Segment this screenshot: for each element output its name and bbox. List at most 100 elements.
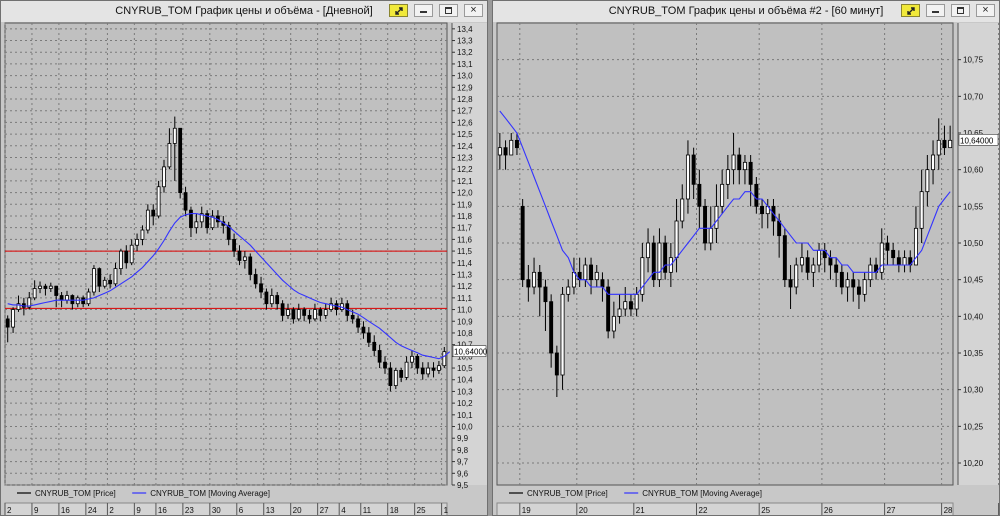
y-tick-label: 11,7 <box>457 224 473 233</box>
candle-body <box>404 361 409 378</box>
candle-body <box>307 315 312 320</box>
daily-chart-window[interactable]: CNYRUB_TOM График цены и объёма - [Дневн… <box>0 0 488 516</box>
y-tick-label: 10,50 <box>963 239 984 248</box>
y-tick-label: 11,3 <box>457 270 473 279</box>
candle-body <box>135 238 139 246</box>
candle-body <box>782 235 787 281</box>
y-tick-label: 10,4 <box>457 376 473 385</box>
y-tick-label: 12,0 <box>457 189 473 198</box>
candle-body <box>514 139 519 149</box>
y-tick-label: 10,1 <box>457 411 473 420</box>
legend-label: CNYRUB_TOM [Price] <box>527 489 608 498</box>
candle-body <box>189 209 193 229</box>
candle-body <box>589 264 594 281</box>
x-tick-label: 9 <box>34 506 39 515</box>
candle-body <box>399 369 404 378</box>
candle-body <box>748 161 753 185</box>
candle-body <box>742 161 747 171</box>
candle-body <box>313 309 317 320</box>
y-tick-label: 12,2 <box>457 165 473 174</box>
candle-body <box>318 309 323 316</box>
candle-body <box>594 271 599 281</box>
candle-body <box>600 279 605 288</box>
candle-body <box>119 250 123 270</box>
y-tick-label: 10,30 <box>963 386 984 395</box>
candle-body <box>891 249 896 259</box>
candle-body <box>851 279 856 288</box>
candle-body <box>948 139 953 149</box>
y-tick-label: 13,0 <box>457 72 473 81</box>
candle-body <box>703 205 708 244</box>
y-tick-label: 12,5 <box>457 130 473 139</box>
candle <box>520 199 525 287</box>
candle-body <box>720 183 725 207</box>
candle-body <box>151 209 156 217</box>
candle-body <box>811 264 816 273</box>
x-tick-label: 27 <box>320 506 329 515</box>
candle-body <box>426 367 431 375</box>
candle-body <box>275 295 280 305</box>
candle-body <box>81 297 86 305</box>
candle-body <box>634 293 639 310</box>
candle-body <box>54 285 59 296</box>
y-tick-label: 10,8 <box>457 329 473 338</box>
y-tick-label: 13,4 <box>457 25 473 34</box>
plot-area <box>4 22 448 486</box>
y-tick-label: 9,7 <box>457 458 469 467</box>
x-tick-label: 9 <box>136 506 141 515</box>
candle-body <box>646 242 651 259</box>
x-tick-label: 25 <box>761 506 770 515</box>
candle-body <box>566 286 571 295</box>
candle-body <box>5 318 10 328</box>
candle-body <box>383 361 387 369</box>
candle-body <box>925 169 930 193</box>
candle-body <box>879 242 884 273</box>
candle-body <box>156 186 161 217</box>
candle <box>651 235 656 287</box>
candle-body <box>65 295 69 301</box>
candle-body <box>162 166 166 188</box>
candle-body <box>794 264 799 288</box>
candle-body <box>11 309 15 328</box>
candle-body <box>663 242 668 273</box>
x-tick-label: 2 <box>7 506 12 515</box>
candle-body <box>497 147 502 156</box>
y-tick-label: 9,8 <box>457 446 469 455</box>
candle-body <box>685 154 690 200</box>
x-tick-label: 30 <box>212 506 221 515</box>
y-tick-label: 11,6 <box>457 235 473 244</box>
candle-body <box>291 309 296 320</box>
candle-body <box>902 257 907 266</box>
candle-body <box>839 271 844 288</box>
candle-body <box>372 341 377 351</box>
hourly-chart-window[interactable]: CNYRUB_TOM График цены и объёма #2 - [60… <box>492 0 1000 516</box>
candle-body <box>86 291 91 305</box>
candle-body <box>296 309 301 320</box>
y-tick-label: 12,7 <box>457 107 473 116</box>
daily-candlestick-chart[interactable]: 13,4 13,3 13,2 13,1 13,0 12,9 12,8 12,7 12,6 12,5… <box>1 1 487 515</box>
candle-body <box>178 127 183 193</box>
candle-body <box>856 286 861 295</box>
candle-body <box>248 256 253 275</box>
x-tick-label: 28 <box>944 506 953 515</box>
candle-body <box>697 183 702 207</box>
y-tick-label: 10,5 <box>457 364 473 373</box>
y-tick-label: 11,2 <box>457 282 473 291</box>
candle-body <box>520 205 525 281</box>
candle <box>606 279 611 339</box>
y-tick-label: 9,5 <box>457 481 469 490</box>
hourly-candlestick-chart[interactable]: 10,7510,7010,6510,6010,5510,5010,4510,40… <box>493 1 999 515</box>
candle-body <box>936 139 941 156</box>
candle-body <box>731 154 736 171</box>
candle-body <box>554 352 559 376</box>
candle <box>178 127 183 199</box>
y-tick-label: 9,9 <box>457 434 469 443</box>
candle-body <box>410 355 414 363</box>
last-price-label: 10,64000 <box>960 136 994 145</box>
candle-body <box>754 183 759 207</box>
y-tick-label: 12,3 <box>457 154 473 163</box>
candle-body <box>691 154 696 185</box>
candle-body <box>415 355 420 369</box>
candle-body <box>657 242 662 281</box>
candle-body <box>420 367 425 375</box>
